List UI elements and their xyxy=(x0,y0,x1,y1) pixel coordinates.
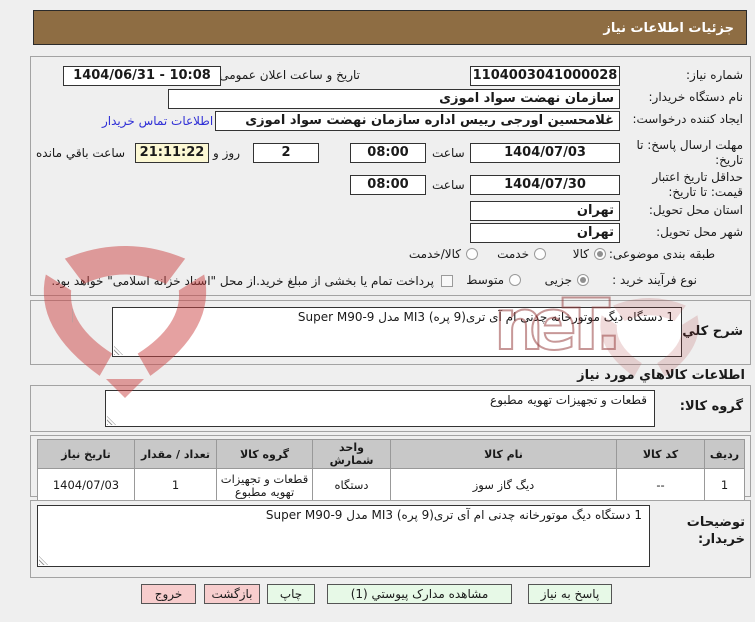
reply-deadline-time-field[interactable]: 08:00 xyxy=(350,143,426,163)
delivery-province-label: استان محل تحویل: xyxy=(648,203,743,217)
col-need-date: تاریخ نیاز xyxy=(37,439,135,469)
delivery-city-field[interactable]: تهران xyxy=(470,223,620,243)
radio-goods-service-icon[interactable] xyxy=(466,248,478,260)
col-quantity: تعداد / مقدار xyxy=(134,439,217,469)
radio-goods[interactable]: کالا xyxy=(573,247,606,261)
goods-section-title: اطلاعات کالاهاي مورد نیاز xyxy=(577,368,745,383)
cell-item-name: دیگ گاز سوز xyxy=(390,468,617,503)
cell-quantity: 1 xyxy=(134,468,217,503)
radio-minor-label: جزیی xyxy=(544,273,572,287)
subject-classification-label: طبقه بندی موضوعی: xyxy=(608,247,715,261)
reply-deadline-time-label: ساعت xyxy=(432,146,465,160)
request-creator-field[interactable]: غلامحسین اورجی رییس اداره سازمان نهضت سو… xyxy=(215,111,620,131)
buyer-notes-textarea[interactable]: 1 دستگاه دیگ موتورخانه چدنی ام آی تری(9 … xyxy=(37,505,650,567)
cell-unit: دستگاه xyxy=(312,468,391,503)
items-table-header-row: ردیف کد کالا نام کالا واحد شمارش گروه کا… xyxy=(37,439,745,469)
need-number-label: شماره نیاز: xyxy=(686,68,743,82)
radio-goods-service[interactable]: کالا/خدمت xyxy=(409,247,478,261)
resize-grip-icon xyxy=(114,346,123,355)
cell-need-date: 1404/07/03 xyxy=(37,468,135,503)
cell-row-number: 1 xyxy=(704,468,745,503)
need-description-text: 1 دستگاه دیگ موتورخانه چدنی ام آی تری(9 … xyxy=(297,310,674,324)
col-item-group: گروه کالا xyxy=(216,439,313,469)
print-button[interactable]: چاپ xyxy=(267,584,315,604)
purchase-process-label: نوع فرآیند خرید : xyxy=(612,273,697,287)
resize-grip-icon xyxy=(107,416,116,425)
radio-service-label: خدمت xyxy=(497,247,529,261)
price-validity-time-label: ساعت xyxy=(432,178,465,192)
need-description-textarea[interactable]: 1 دستگاه دیگ موتورخانه چدنی ام آی تری(9 … xyxy=(112,307,682,357)
reply-to-need-button[interactable]: پاسخ به نیاز xyxy=(528,584,612,604)
countdown-suffix-label: ساعت باقي مانده xyxy=(36,146,126,160)
treasury-note-label: پرداخت تمام یا بخشی از مبلغ خرید.از محل … xyxy=(51,274,434,288)
remaining-days-field[interactable]: 2 xyxy=(253,143,319,163)
items-table: ردیف کد کالا نام کالا واحد شمارش گروه کا… xyxy=(37,439,745,503)
need-details-page: { "title": "جزئیات اطلاعات نیاز", "form"… xyxy=(0,0,755,622)
back-button[interactable]: بازگشت xyxy=(204,584,260,604)
exit-button[interactable]: خروج xyxy=(141,584,196,604)
treasury-checkbox[interactable] xyxy=(441,275,453,287)
reply-deadline-date-field[interactable]: 1404/07/03 xyxy=(470,143,620,163)
col-item-name: نام کالا xyxy=(390,439,617,469)
goods-group-label: گروه کالا: xyxy=(679,399,743,414)
price-validity-label: حداقل تاریخ اعتبار قیمت: تا تاریخ: xyxy=(652,170,743,199)
col-row-number: ردیف xyxy=(704,439,745,469)
resize-grip-icon xyxy=(39,556,48,565)
buyer-notes-text: 1 دستگاه دیگ موتورخانه چدنی ام آی تری(9 … xyxy=(265,508,642,522)
radio-service-icon[interactable] xyxy=(534,248,546,260)
buyer-org-label: نام دستگاه خریدار: xyxy=(648,90,744,104)
delivery-city-label: شهر محل تحویل: xyxy=(656,225,743,239)
radio-goods-label: کالا xyxy=(572,247,589,261)
page-title: جزئیات اطلاعات نیاز xyxy=(33,10,747,45)
delivery-province-field[interactable]: تهران xyxy=(470,201,620,221)
radio-medium-label: متوسط xyxy=(466,273,504,287)
price-validity-date-field[interactable]: 1404/07/30 xyxy=(470,175,620,195)
buyer-contact-link[interactable]: اطلاعات تماس خریدار xyxy=(102,114,213,128)
radio-service[interactable]: خدمت xyxy=(497,247,546,261)
reply-deadline-label: مهلت ارسال پاسخ: تا تاریخ: xyxy=(636,138,743,167)
view-attachments-button[interactable]: مشاهده مدارک پیوستي (1) xyxy=(327,584,512,604)
publish-datetime-label: تاریخ و ساعت اعلان عمومی: xyxy=(215,68,360,82)
radio-minor[interactable]: جزیی xyxy=(545,273,589,287)
cell-item-group: قطعات و تجهیزات تهویه مطبوع xyxy=(216,468,313,503)
radio-goods-service-label: کالا/خدمت xyxy=(408,247,461,261)
request-creator-label: ایجاد کننده درخواست: xyxy=(632,112,743,126)
goods-group-textarea[interactable]: قطعات و تجهیزات تهویه مطبوع xyxy=(105,390,655,427)
price-validity-time-field[interactable]: 08:00 xyxy=(350,175,426,195)
buyer-notes-label: توضیحات خریدار: xyxy=(686,515,745,547)
col-unit: واحد شمارش xyxy=(312,439,391,469)
buyer-org-field[interactable]: سازمان نهضت سواد اموزی xyxy=(168,89,620,109)
radio-medium-icon[interactable] xyxy=(509,274,521,286)
countdown-timer: 21:11:22 xyxy=(135,143,209,163)
goods-group-text: قطعات و تجهیزات تهویه مطبوع xyxy=(490,393,647,407)
need-number-field[interactable]: 1104003041000028 xyxy=(470,66,620,86)
radio-minor-icon[interactable] xyxy=(577,274,589,286)
radio-medium[interactable]: متوسط xyxy=(466,273,521,287)
days-suffix-label: روز و xyxy=(213,146,240,160)
cell-item-code: -- xyxy=(616,468,705,503)
table-row: 1 -- دیگ گاز سوز دستگاه قطعات و تجهیزات … xyxy=(37,468,745,503)
radio-goods-icon[interactable] xyxy=(594,248,606,260)
publish-datetime-field[interactable]: 1404/06/31 - 10:08 xyxy=(63,66,221,86)
col-item-code: کد کالا xyxy=(616,439,705,469)
